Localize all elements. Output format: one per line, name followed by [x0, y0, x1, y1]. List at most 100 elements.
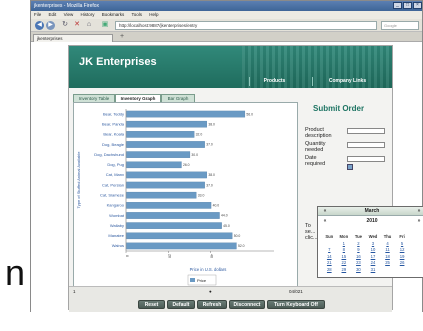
browser-window: jkenterprises - Mozilla Firefox _ □ × Fi… — [30, 0, 423, 312]
tab-products[interactable]: Products — [249, 77, 299, 86]
minimize-icon[interactable]: _ — [393, 2, 402, 9]
category-label: Bear, Panda — [102, 122, 125, 127]
reload-icon[interactable]: ↻ — [61, 21, 69, 29]
calendar-day[interactable]: 28 — [322, 267, 337, 274]
bar — [126, 161, 182, 169]
calendar-day[interactable] — [380, 267, 395, 274]
bar — [126, 191, 197, 199]
bar — [126, 242, 237, 250]
category-label: Bear, Koala — [103, 132, 124, 137]
menu-history[interactable]: History — [81, 12, 95, 17]
app-title: JK Enterprises — [79, 56, 157, 68]
calendar-year-bar: « 2010 » — [318, 217, 423, 226]
partial-letter: n — [4, 252, 26, 293]
site-identity-icon[interactable]: ▣ — [101, 21, 109, 29]
chart-svg: 0 20 40 Bear, Teddy 56.0 Bear, Panda 38.0 Bear,… — [76, 109, 274, 286]
prev-year-icon[interactable]: « — [320, 217, 330, 226]
quantity-label: Quantity needed — [305, 141, 326, 153]
quantity-input[interactable] — [347, 142, 385, 148]
calendar-hint: To se... clic... — [305, 223, 317, 241]
category-label: Manatee — [108, 233, 124, 238]
calendar-day[interactable]: 31 — [366, 267, 381, 274]
tab-jkenterprises[interactable]: jkenterprises — [33, 34, 113, 42]
calendar-day[interactable]: 29 — [337, 267, 352, 274]
calendar-year: 2010 — [366, 218, 378, 224]
category-label: Dog, Pug — [107, 162, 124, 167]
pager-left: 1 — [73, 289, 76, 294]
x-tick-label: 0 — [125, 255, 129, 257]
footer-bar: 1 ● 04/021 Reset Default Refresh Disconn… — [69, 286, 392, 312]
calendar-day[interactable] — [395, 267, 410, 274]
tab-inventory-table[interactable]: Inventory Table — [73, 94, 115, 102]
legend-label: Price — [197, 278, 207, 283]
category-label: Wallaby — [110, 223, 124, 228]
bar-value-label: 37.0 — [206, 143, 213, 147]
category-label: Dog, Dachshund — [94, 152, 124, 157]
bar-value-label: 44.0 — [221, 214, 228, 218]
bar-value-label: 40.0 — [213, 204, 220, 208]
reset-button[interactable]: Reset — [138, 300, 165, 309]
bar — [126, 171, 207, 179]
category-label: Kangaroo — [107, 203, 125, 208]
calendar-day[interactable]: 30 — [351, 267, 366, 274]
x-axis-title: Price in U.S. dollars — [190, 267, 227, 272]
search-input[interactable]: Google — [381, 21, 419, 30]
home-icon[interactable]: ⌂ — [85, 21, 93, 29]
inventory-chart: 0 20 40 Bear, Teddy 56.0 Bear, Panda 38.0 Bear,… — [73, 102, 298, 292]
date-input[interactable] — [347, 156, 385, 162]
bar-value-label: 32.0 — [196, 133, 203, 137]
category-label: Cat, Manx — [106, 172, 124, 177]
refresh-button[interactable]: Refresh — [197, 300, 227, 309]
default-button[interactable]: Default — [167, 300, 195, 309]
bar-value-label: 50.0 — [234, 234, 241, 238]
menu-file[interactable]: File — [34, 12, 41, 17]
menu-tools[interactable]: Tools — [131, 12, 142, 17]
prev-month-icon[interactable]: « — [320, 207, 330, 216]
url-bar[interactable]: http://localhost:9887/jkenterprises/entr… — [115, 21, 377, 30]
page-content: JK Enterprises Products Company Links In… — [31, 42, 423, 312]
close-icon[interactable]: × — [413, 2, 422, 9]
product-description-input[interactable] — [347, 128, 385, 134]
bar — [126, 131, 195, 138]
tab-company-links[interactable]: Company Links — [312, 77, 382, 86]
keyboard-off-button[interactable]: Turn Keyboard Off — [267, 300, 325, 309]
bar — [126, 202, 212, 209]
bar-value-label: 38.0 — [208, 122, 215, 126]
maximize-icon[interactable]: □ — [403, 2, 412, 9]
next-year-icon[interactable]: » — [414, 217, 423, 226]
menu-view[interactable]: View — [64, 12, 74, 17]
legend-swatch — [190, 278, 195, 282]
stop-icon[interactable]: ✕ — [73, 21, 81, 29]
title-bar: jkenterprises - Mozilla Firefox _ □ × — [31, 1, 422, 11]
bar-value-label: 45.0 — [223, 224, 230, 228]
app-frame: JK Enterprises Products Company Links In… — [68, 45, 423, 312]
bar-value-label: 30.0 — [191, 153, 198, 157]
pager-dot-icon: ● — [209, 289, 212, 294]
navigation-toolbar: ◀ ▶ ↻ ✕ ⌂ ▣ http://localhost:9887/jkente… — [31, 19, 422, 32]
pager-right: 04/021 — [289, 289, 303, 294]
menu-edit[interactable]: Edit — [49, 12, 57, 17]
category-label: Bear, Teddy — [103, 111, 124, 116]
x-tick-label: 40 — [210, 254, 214, 258]
disconnect-button[interactable]: Disconnect — [229, 300, 265, 309]
tab-inventory-graph[interactable]: Inventory Graph — [115, 94, 161, 102]
calendar-grid: Sun Mon Tue Wed Thu Fri 1 2 3 4 5 7 8 9 … — [322, 234, 423, 273]
next-month-icon[interactable]: » — [414, 207, 423, 216]
date-picker: « March » « 2010 » Sun Mon Tue Wed Thu F… — [317, 206, 423, 278]
menu-bookmarks[interactable]: Bookmarks — [102, 12, 125, 17]
bar — [126, 110, 246, 118]
category-label: Dog, Beagle — [102, 142, 125, 147]
window-title: jkenterprises - Mozilla Firefox — [34, 3, 100, 9]
bar — [126, 141, 205, 148]
calendar-month-bar: « March » — [318, 207, 423, 216]
y-axis-title: Type of Stuffed Animal Available — [76, 151, 81, 209]
calendar-icon[interactable] — [347, 164, 353, 170]
forward-icon[interactable]: ▶ — [46, 21, 55, 30]
new-tab-button[interactable]: + — [117, 33, 127, 41]
menu-bar: File Edit View History Bookmarks Tools H… — [31, 11, 422, 19]
bar — [126, 181, 205, 189]
tab-bar-graph[interactable]: Bar Graph — [161, 94, 195, 102]
back-icon[interactable]: ◀ — [35, 21, 44, 30]
bar — [126, 222, 222, 229]
menu-help[interactable]: Help — [149, 12, 158, 17]
